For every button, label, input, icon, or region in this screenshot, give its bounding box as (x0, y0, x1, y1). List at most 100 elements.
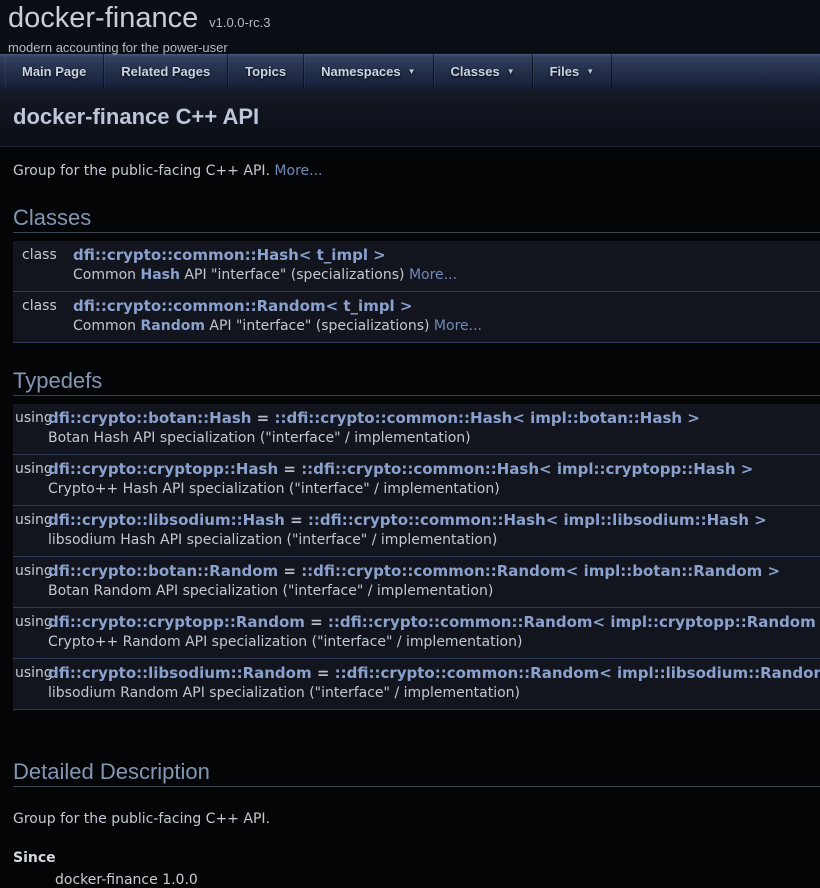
since-label: Since (13, 850, 820, 866)
spacer-cell (13, 581, 48, 601)
typedef-link[interactable]: dfi::crypto::cryptopp::Hash (48, 460, 278, 478)
spacer-cell (13, 265, 73, 285)
equals-sign: = (285, 511, 308, 529)
page-title-band: docker-finance C++ API (0, 88, 820, 147)
nav-tab-label: Main Page (22, 64, 86, 79)
base-class-link[interactable]: ::dfi::crypto::common::Random (328, 613, 593, 631)
member-keyword: using (13, 408, 48, 428)
table-row: class dfi::crypto::common::Random< t_imp… (13, 292, 820, 343)
typedef-link[interactable]: dfi::crypto::libsodium::Random (48, 664, 312, 682)
since-value: docker-finance 1.0.0 (55, 872, 820, 888)
nav-tab-classes[interactable]: Classes ▼ (434, 54, 533, 88)
group-summary: Group for the public-facing C++ API. Mor… (13, 163, 807, 180)
class-link[interactable]: dfi::crypto::common::Hash< t_impl > (73, 246, 386, 264)
table-row: using dfi::crypto::cryptopp::Hash = ::df… (13, 455, 820, 506)
detailed-description-text: Group for the public-facing C++ API. (13, 811, 820, 828)
nav-tab-main-page[interactable]: Main Page (5, 54, 104, 88)
member-description: Crypto++ Hash API specialization ("inter… (48, 479, 820, 499)
member-description: Common Hash API "interface" (specializat… (73, 265, 820, 285)
nav-tab-label: Related Pages (121, 64, 210, 79)
doxygen-page: docker-finance v1.0.0-rc.3 modern accoun… (0, 0, 820, 884)
more-link[interactable]: More... (409, 267, 457, 283)
spacer-cell (13, 683, 48, 703)
typedef-link[interactable]: dfi::crypto::libsodium::Hash (48, 511, 285, 529)
chevron-down-icon: ▼ (507, 67, 515, 76)
nav-tab-label: Topics (245, 64, 286, 79)
base-class-link[interactable]: ::dfi::crypto::common::Hash (301, 460, 539, 478)
description-text: Common (73, 267, 141, 283)
more-link[interactable]: More... (274, 163, 322, 179)
typedef-link[interactable]: dfi::crypto::botan::Hash (48, 409, 251, 427)
spacer-cell (13, 530, 48, 550)
template-open: < (512, 409, 530, 427)
spacer-cell (13, 428, 48, 448)
base-class-link[interactable]: ::dfi::crypto::common::Hash (308, 511, 546, 529)
page-header: docker-finance v1.0.0-rc.3 modern accoun… (0, 0, 820, 53)
member-description: libsodium Hash API specialization ("inte… (48, 530, 820, 550)
classes-heading: Classes (13, 206, 820, 233)
typedefs-heading: Typedefs (13, 369, 820, 396)
impl-class-link[interactable]: impl::botan::Random (584, 562, 763, 580)
member-keyword: using (13, 510, 48, 530)
member-keyword: class (13, 296, 73, 316)
impl-class-link[interactable]: impl::cryptopp::Hash (557, 460, 736, 478)
description-text: API "interface" (specializations) (205, 318, 434, 334)
template-open: < (546, 511, 564, 529)
member-description: Botan Random API specialization ("interf… (48, 581, 820, 601)
detailed-description-heading: Detailed Description (13, 760, 820, 787)
template-close: > (736, 460, 754, 478)
table-row: class dfi::crypto::common::Hash< t_impl … (13, 241, 820, 292)
member-keyword: class (13, 245, 73, 265)
project-version: v1.0.0-rc.3 (209, 15, 270, 30)
template-open: < (599, 664, 617, 682)
table-row: using dfi::crypto::cryptopp::Random = ::… (13, 608, 820, 659)
equals-sign: = (278, 460, 301, 478)
typedefs-table: using dfi::crypto::botan::Hash = ::dfi::… (13, 404, 820, 710)
base-class-link[interactable]: ::dfi::crypto::common::Random (335, 664, 600, 682)
member-description: libsodium Random API specialization ("in… (48, 683, 820, 703)
nav-tab-label: Files (550, 64, 580, 79)
class-link[interactable]: Hash (141, 267, 180, 283)
typedef-link[interactable]: dfi::crypto::cryptopp::Random (48, 613, 305, 631)
description-text: Common (73, 318, 141, 334)
chevron-down-icon: ▼ (408, 67, 416, 76)
equals-sign: = (278, 562, 301, 580)
table-row: using dfi::crypto::libsodium::Random = :… (13, 659, 820, 710)
page-title: docker-finance C++ API (13, 105, 807, 129)
nav-tab-label: Classes (451, 64, 500, 79)
equals-sign: = (312, 664, 335, 682)
impl-class-link[interactable]: impl::botan::Hash (530, 409, 682, 427)
base-class-link[interactable]: ::dfi::crypto::common::Random (301, 562, 566, 580)
template-close: > (749, 511, 767, 529)
main-nav: Main Page Related Pages Topics Namespace… (0, 53, 820, 88)
nav-tab-topics[interactable]: Topics (228, 54, 304, 88)
table-row: using dfi::crypto::libsodium::Hash = ::d… (13, 506, 820, 557)
equals-sign: = (305, 613, 328, 631)
spacer-cell (13, 632, 48, 652)
base-class-link[interactable]: ::dfi::crypto::common::Hash (274, 409, 512, 427)
chevron-down-icon: ▼ (586, 67, 594, 76)
nav-tab-files[interactable]: Files ▼ (533, 54, 613, 88)
classes-table: class dfi::crypto::common::Hash< t_impl … (13, 241, 820, 343)
spacer-cell (13, 479, 48, 499)
nav-tab-namespaces[interactable]: Namespaces ▼ (304, 54, 433, 88)
template-open: < (566, 562, 584, 580)
template-open: < (593, 613, 611, 631)
class-link[interactable]: Random (141, 318, 205, 334)
impl-class-link[interactable]: impl::libsodium::Random (617, 664, 820, 682)
impl-class-link[interactable]: impl::cryptopp::Random (610, 613, 815, 631)
member-keyword: using (13, 459, 48, 479)
table-row: using dfi::crypto::botan::Hash = ::dfi::… (13, 404, 820, 455)
member-description: Crypto++ Random API specialization ("int… (48, 632, 820, 652)
nav-tab-related-pages[interactable]: Related Pages (104, 54, 228, 88)
member-description: Botan Hash API specialization ("interfac… (48, 428, 820, 448)
template-close: > (682, 409, 700, 427)
more-link[interactable]: More... (434, 318, 482, 334)
typedef-link[interactable]: dfi::crypto::botan::Random (48, 562, 278, 580)
member-keyword: using (13, 663, 48, 683)
class-link[interactable]: dfi::crypto::common::Random< t_impl > (73, 297, 413, 315)
member-keyword: using (13, 561, 48, 581)
table-row: using dfi::crypto::botan::Random = ::dfi… (13, 557, 820, 608)
impl-class-link[interactable]: impl::libsodium::Hash (564, 511, 749, 529)
since-section: Since docker-finance 1.0.0 (13, 850, 820, 888)
